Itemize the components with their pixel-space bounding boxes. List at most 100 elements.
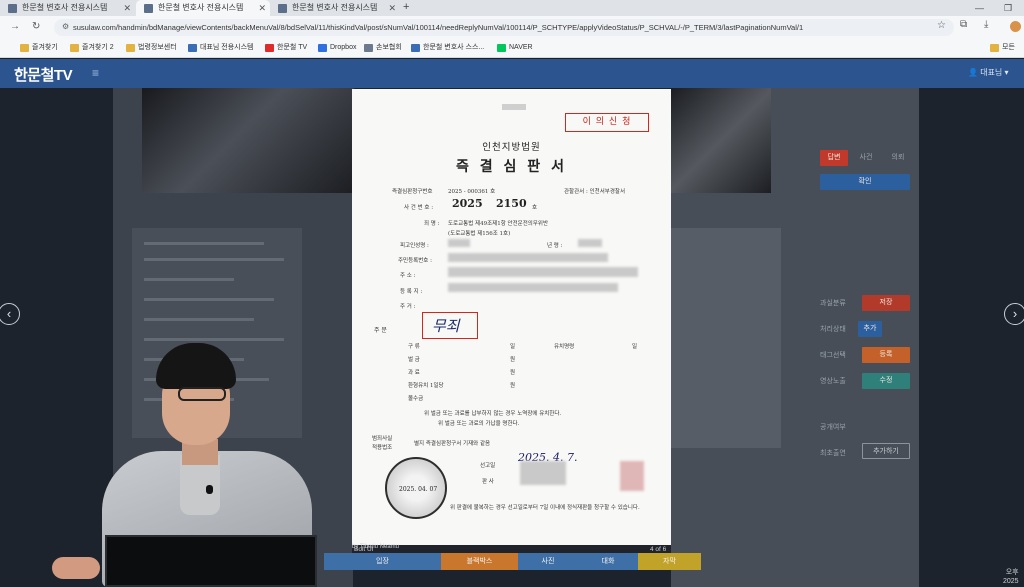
reload-icon[interactable]: ↻ [32, 20, 40, 34]
charge-text: 도로교통법 제49조제1항 안전운전의무위반 [448, 221, 549, 227]
redacted-name [448, 239, 470, 247]
forward-icon[interactable]: → [10, 20, 20, 34]
tab-request[interactable]: 의뢰 [884, 150, 912, 166]
background-video-thumbnail [671, 88, 771, 193]
save-button[interactable]: 저장 [862, 295, 910, 311]
browser-tab-3[interactable]: 한문철 변호사 전용시스템 ✕ [270, 0, 400, 16]
age-label: 년 령 : [547, 243, 563, 249]
system-clock: 오후 2025 [1003, 569, 1019, 585]
chevron-down-icon: ▾ [1004, 68, 1009, 77]
site-info-icon[interactable]: ⚙ [62, 22, 72, 32]
request-no: 2025 - 000361 호 [448, 189, 496, 195]
tab-label: 한문철 변호사 전용시스템 [292, 3, 378, 12]
profile-avatar[interactable] [1010, 21, 1021, 32]
bookmarks-bar: 즐겨찾기 즐겨찾기 2 법령정보센터 대표님 전용시스템 한문철 TV Drop… [0, 38, 1024, 58]
toolbar-enter-button[interactable]: 입장 [324, 553, 441, 570]
download-icon[interactable]: ⤓ [984, 19, 988, 30]
note-provisional: 위 벌금 또는 과료의 가납을 명한다. [438, 421, 520, 427]
bookmark-item[interactable]: Dropbox [318, 38, 356, 58]
bookmark-item[interactable]: NAVER [497, 38, 533, 58]
toolbar-blackbox-button[interactable]: 블랙박스 [441, 553, 518, 570]
case-number: 2150 [496, 197, 527, 210]
case-year: 2025 [452, 197, 483, 210]
new-tab-button[interactable]: + [403, 0, 409, 15]
site-logo[interactable]: 한문철TV [14, 64, 73, 85]
user-menu[interactable]: 👤 대표님 ▾ [968, 67, 1009, 78]
detention-label: 유치명령 [554, 344, 575, 350]
background-form [671, 228, 781, 448]
dropbox-icon [318, 44, 327, 52]
confirm-button[interactable]: 확인 [820, 174, 910, 190]
site-icon [188, 44, 197, 52]
edit-button[interactable]: 수정 [862, 373, 910, 389]
site-header: 한문철TV ≡ 👤 대표님 ▾ [0, 59, 1024, 88]
court-name: 인천지방법원 [482, 142, 541, 153]
next-arrow-icon[interactable]: › [1004, 303, 1024, 325]
seal-date: 2025. 04. 07 [399, 486, 438, 493]
add-more-button[interactable]: 추가하기 [862, 443, 910, 459]
favicon-icon [278, 4, 287, 13]
appeal-label: 이 의 신 청 [565, 113, 649, 132]
police-label: 관할관서 : 인천서부경찰서 [564, 189, 626, 195]
url-field[interactable]: ⚙ susulaw.com/handmin/bdManage/viewConte… [54, 19, 954, 36]
presenter-glasses [178, 387, 226, 401]
bookmark-item[interactable]: 즐겨찾기 [20, 38, 58, 58]
address-bar: → ↻ ⚙ susulaw.com/handmin/bdManage/viewC… [0, 16, 1024, 38]
row-detention: 구 류 [408, 344, 420, 350]
naver-icon [497, 44, 506, 52]
bookmark-star-icon[interactable]: ☆ [937, 20, 946, 31]
restore-icon[interactable]: ❐ [1004, 0, 1012, 16]
bookmark-item[interactable]: 한문철 변호사 스스... [411, 38, 484, 58]
desk-monitor [105, 535, 317, 587]
extensions-icon[interactable]: ⧉ [960, 19, 967, 30]
register-button[interactable]: 등록 [862, 347, 910, 363]
request-no-label: 즉결심판청구번호 [392, 189, 433, 195]
add-button[interactable]: 추가 [858, 321, 882, 337]
bookmark-item[interactable]: 대표님 전용시스템 [188, 38, 253, 58]
previous-arrow-icon[interactable]: ‹ [0, 303, 20, 325]
browser-tab-bar: 한문철 변호사 전용시스템 ✕ 한문철 변호사 전용시스템 ✕ 한문철 변호사 … [0, 0, 1024, 16]
presenter-hand [52, 557, 100, 579]
charge-sub: (도로교통법 제156조 1호) [448, 231, 511, 237]
close-icon[interactable]: ✕ [388, 0, 396, 16]
tab-case[interactable]: 사건 [852, 150, 880, 166]
exposure-label: 영상노출 [820, 378, 846, 385]
folder-icon [20, 44, 29, 52]
browser-tab-1[interactable]: 한문철 변호사 전용시스템 ✕ [0, 0, 135, 16]
bookmark-item[interactable]: 한문철 TV [265, 38, 307, 58]
folder-icon [126, 44, 135, 52]
close-icon[interactable]: ✕ [258, 0, 266, 16]
summary-judgment-document: 이 의 신 청 인천지방법원 즉 결 심 판 서 즉결심판청구번호 2025 -… [352, 89, 671, 545]
toolbar-photo-button[interactable]: 사진 [518, 553, 578, 570]
tag-label: 태그선택 [820, 352, 846, 359]
bookmark-item[interactable]: 즐겨찾기 2 [70, 38, 114, 58]
url-text: susulaw.com/handmin/bdManage/viewContent… [73, 23, 804, 32]
bookmark-item[interactable]: 법령정보센터 [126, 38, 177, 58]
evidence-note: 별지 즉결심판청구서 기재와 같음 [414, 441, 491, 447]
site-icon [364, 44, 373, 52]
redacted-age [578, 239, 602, 247]
receipt-stamp [502, 104, 526, 110]
unit-day: 일 [632, 344, 638, 350]
all-bookmarks[interactable]: 모든 [990, 38, 1015, 58]
tab-reply[interactable]: 답변 [820, 150, 848, 166]
browser-tab-2[interactable]: 한문철 변호사 전용시스템 ✕ [136, 0, 270, 16]
toolbar-subtitle-button[interactable]: 자막 [638, 553, 701, 570]
toolbar-chat-button[interactable]: 대화 [578, 553, 638, 570]
unit-won: 원 [510, 357, 516, 363]
tab-label: 한문철 변호사 전용시스템 [158, 3, 244, 12]
evidence-label-2: 적용법조 [372, 445, 393, 451]
video-stage: 답변 사건 의뢰 확인 과실분류 저장 처리상태 추가 태그선택 등록 영상노출… [0, 88, 1024, 587]
registry-label: 등 록 지 : [400, 289, 423, 295]
close-icon[interactable]: ✕ [123, 0, 131, 16]
user-icon: 👤 [968, 68, 978, 77]
minimize-icon[interactable]: — [975, 0, 984, 16]
status-label: 처리상태 [820, 326, 846, 333]
redacted-registry [448, 283, 618, 292]
residence-label: 주 거 : [400, 304, 416, 310]
footer-note: 위 판결에 불복하는 경우 선고일로부터 7일 이내에 정식재판을 청구할 수 … [450, 505, 640, 511]
case-no-label: 사 건 번 호 : [404, 205, 434, 211]
resident-label: 주민등록번호 : [398, 258, 432, 264]
hamburger-menu-icon[interactable]: ≡ [92, 66, 99, 80]
bookmark-item[interactable]: 손보협회 [364, 38, 402, 58]
